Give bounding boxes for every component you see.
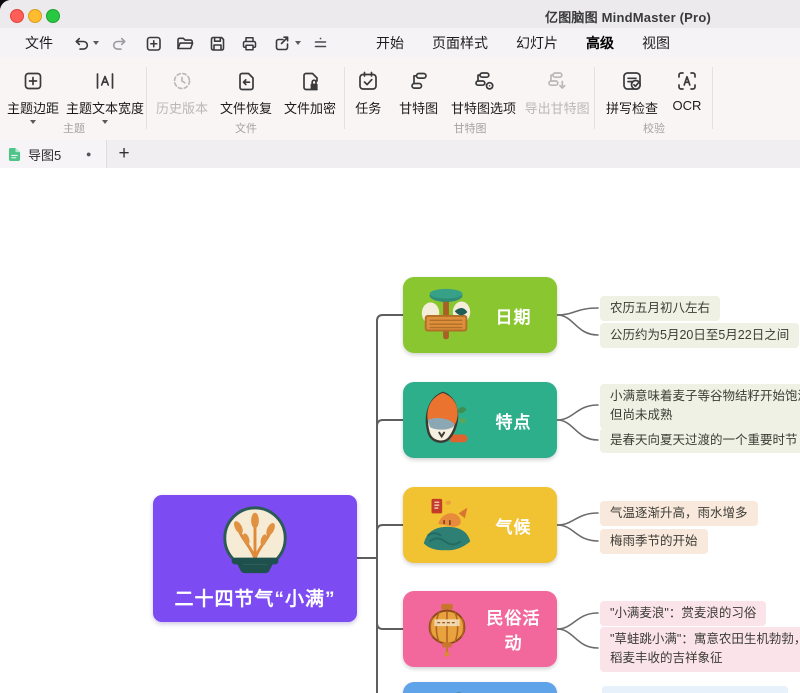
task-icon — [356, 66, 380, 96]
root-topic-label: 二十四节气“小满” — [153, 584, 357, 611]
share-icon[interactable] — [271, 33, 291, 53]
subtopic-folk-2[interactable]: "草蛙跳小满"：寓意农田生机勃勃，稻麦丰收的吉祥象征 — [600, 627, 800, 672]
tab-home[interactable]: 开始 — [376, 33, 404, 53]
steelyard-illustration — [416, 285, 478, 345]
ribbon-group-label: 校验 — [596, 120, 712, 136]
undo-icon[interactable] — [70, 33, 90, 53]
task-button[interactable]: 任务 — [346, 66, 391, 117]
tab-view[interactable]: 视图 — [642, 33, 670, 53]
grain-seed-illustration — [416, 390, 478, 450]
app-window: 亿图脑图 MindMaster (Pro) 文件 — [0, 0, 800, 693]
document-tab-bar: 导图5 ● + — [0, 140, 800, 169]
ribbon-divider — [146, 67, 147, 129]
gantt-export-icon — [545, 66, 569, 96]
subtopic-features-1[interactable]: 小满意味着麦子等谷物结籽开始饱满但尚未成熟 — [600, 384, 800, 429]
spell-check-icon — [620, 66, 644, 96]
subtopic-climate-2[interactable]: 梅雨季节的开始 — [600, 529, 708, 554]
lantern-illustration — [416, 599, 478, 659]
close-icon[interactable] — [10, 9, 24, 23]
root-topic[interactable]: 二十四节气“小满” — [153, 495, 357, 622]
theme-text-width-button[interactable]: 主题文本宽度 — [64, 66, 146, 124]
subtopic-folk-1[interactable]: "小满麦浪"：赏麦浪的习俗 — [600, 601, 766, 626]
spell-check-button[interactable]: 拼写检查 — [599, 66, 665, 117]
ribbon-group-label: 甘特图 — [346, 120, 594, 136]
tab-page-style[interactable]: 页面样式 — [432, 33, 488, 53]
file-encrypt-button[interactable]: 文件加密 — [278, 66, 342, 117]
subtopic-date-2[interactable]: 公历约为5月20日至5月22日之间 — [600, 323, 799, 348]
subtopic-date-1[interactable]: 农历五月初八左右 — [600, 296, 720, 321]
ribbon-toolbar: 主题边距 主题文本宽度 主题 — [0, 58, 800, 141]
topic-label: 气候 — [478, 513, 557, 538]
ribbon-divider — [594, 67, 595, 129]
window-title: 亿图脑图 MindMaster (Pro) — [545, 7, 711, 26]
subtopic-climate-1[interactable]: 气温逐渐升高，雨水增多 — [600, 501, 758, 526]
ocr-icon — [675, 66, 699, 96]
minimize-icon[interactable] — [28, 9, 42, 23]
new-document-icon[interactable] — [143, 33, 163, 53]
tab-advanced[interactable]: 高级 — [586, 33, 614, 53]
ribbon-group-label: 主题 — [2, 120, 146, 136]
fullscreen-icon[interactable] — [46, 9, 60, 23]
topic-label: 特点 — [478, 408, 557, 433]
gantt-button[interactable]: 甘特图 — [391, 66, 447, 117]
undo-dropdown-icon[interactable] — [93, 41, 99, 45]
ocr-button[interactable]: OCR — [665, 66, 709, 113]
topic-date[interactable]: 日期 — [403, 277, 557, 353]
topic-features[interactable]: 特点 — [403, 382, 557, 458]
title-bar: 亿图脑图 MindMaster (Pro) — [0, 0, 800, 28]
topic-label: 日期 — [478, 303, 557, 328]
file-restore-button[interactable]: 文件恢复 — [214, 66, 278, 117]
subtopic-partial[interactable] — [602, 686, 788, 693]
file-encrypt-icon — [298, 66, 322, 96]
toolbar-overflow-icon[interactable] — [310, 33, 330, 53]
subtopic-features-2[interactable]: 是春天向夏天过渡的一个重要时节 — [600, 428, 800, 453]
ribbon-group-theme: 主题边距 主题文本宽度 主题 — [2, 58, 146, 140]
topic-climate[interactable]: 气候 — [403, 487, 557, 563]
topic-folk-customs[interactable]: 民俗活动 — [403, 591, 557, 667]
wheat-bowl-illustration — [216, 502, 294, 580]
tab-slideshow[interactable]: 幻灯片 — [516, 33, 558, 53]
gantt-options-icon — [472, 66, 496, 96]
ribbon-group-file: 历史版本 文件恢复 — [148, 58, 344, 140]
topic-partial[interactable] — [403, 682, 557, 693]
unsaved-indicator-dot: ● — [86, 150, 91, 159]
menu-bar: 文件 — [0, 28, 800, 59]
gantt-export-button: 导出甘特图 — [520, 66, 594, 117]
ribbon-divider — [712, 67, 713, 129]
print-icon[interactable] — [239, 33, 259, 53]
redo-icon — [110, 33, 130, 53]
gantt-options-button[interactable]: 甘特图选项 — [447, 66, 521, 117]
ribbon-divider — [344, 67, 345, 129]
file-menu[interactable]: 文件 — [25, 33, 53, 53]
document-tab-label: 导图5 — [28, 145, 61, 164]
mindmap-doc-icon — [8, 147, 21, 162]
history-version-icon — [170, 66, 194, 96]
theme-margin-icon — [21, 66, 45, 96]
theme-text-width-icon — [93, 66, 117, 96]
hill-fish-illustration — [416, 495, 478, 555]
share-dropdown-icon[interactable] — [295, 41, 301, 45]
gantt-icon — [407, 66, 431, 96]
topic-label: 民俗活动 — [478, 604, 557, 654]
ribbon-group-gantt: 任务 甘特图 — [346, 58, 594, 140]
save-icon[interactable] — [207, 33, 227, 53]
ribbon-group-label: 文件 — [148, 120, 344, 136]
history-version-button: 历史版本 — [150, 66, 214, 117]
ribbon-group-proofing: 拼写检查 OCR 校验 — [596, 58, 712, 140]
new-tab-button[interactable]: + — [112, 142, 136, 166]
file-restore-icon — [234, 66, 258, 96]
theme-margin-button[interactable]: 主题边距 — [2, 66, 64, 124]
open-folder-icon[interactable] — [175, 33, 195, 53]
mindmap-canvas[interactable]: 二十四节气“小满” 日期 — [0, 168, 800, 693]
